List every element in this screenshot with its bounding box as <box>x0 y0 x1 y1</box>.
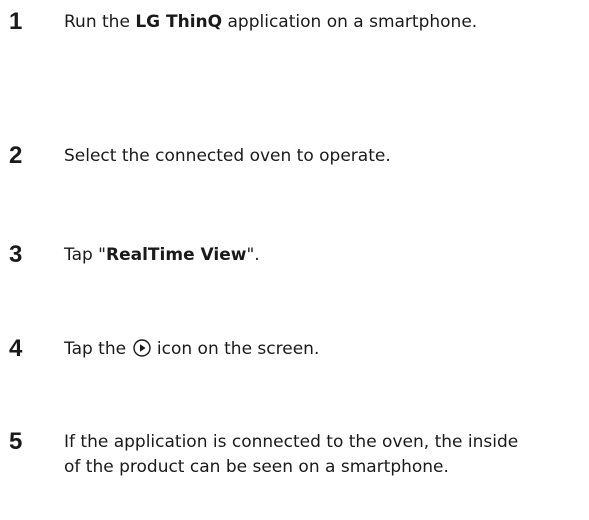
step-text: Select the connected oven to operate. <box>64 146 391 166</box>
step-text: If the application is connected to the o… <box>64 432 519 477</box>
step-text-part: icon on the screen. <box>151 339 320 359</box>
step-text-part: ". <box>246 245 260 265</box>
step-number: 3 <box>9 241 23 268</box>
step-text-part: application on a smartphone. <box>222 12 478 32</box>
step-number: 2 <box>9 142 23 169</box>
step-number: 1 <box>9 8 23 35</box>
menu-name: RealTime View <box>106 245 247 265</box>
step-text: Tap the icon on the screen. <box>64 337 504 362</box>
step-text-part: Run the <box>64 12 136 32</box>
app-name: LG ThinQ <box>135 12 223 32</box>
step-text-part: Tap the <box>64 339 132 359</box>
step-text-part: Tap " <box>64 245 107 265</box>
step-text: Tap "RealTime View". <box>64 243 504 268</box>
step-number: 5 <box>9 428 23 455</box>
step-text: Run the LG ThinQ application on a smartp… <box>64 10 504 35</box>
step-number: 4 <box>9 335 23 362</box>
play-circle-icon <box>132 339 151 357</box>
